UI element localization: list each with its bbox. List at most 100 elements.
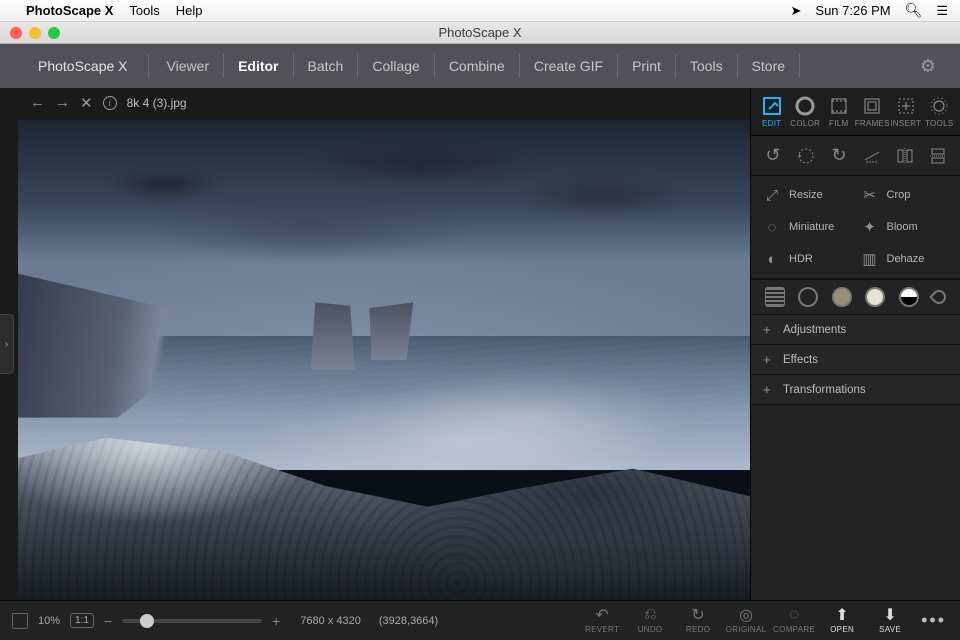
right-panel: EDIT COLOR FILM FRAMES [750,88,960,600]
swatch-warm[interactable] [865,287,885,307]
redo-button[interactable]: ↻REDO [677,607,719,634]
hdr-button[interactable]: ◐HDR [763,250,851,268]
accordion-effects[interactable]: +Effects [751,345,960,375]
undo-icon: ⎌ [644,607,657,623]
save-icon: ⬇ [883,607,896,623]
canvas-area: ← → ✕ i 8k 4 (3).jpg › [0,88,750,600]
info-icon[interactable]: i [103,96,117,110]
rotate-ccw-dotted-icon[interactable] [795,145,817,167]
accordion: +Adjustments +Effects +Transformations [751,315,960,405]
crop-icon: ✂ [861,186,879,204]
open-icon: ⬆ [835,607,848,623]
menubar-app-name[interactable]: PhotoScape X [26,3,113,18]
tab-combine[interactable]: Combine [435,54,520,78]
undo-button[interactable]: ⎌UNDO [629,607,671,634]
hdr-icon: ◐ [763,250,781,268]
tab-create-gif[interactable]: Create GIF [520,54,618,78]
tab-editor[interactable]: Editor [224,54,293,78]
tool-insert[interactable]: INSERT [890,96,922,128]
sidebar-collapse-handle[interactable]: › [0,314,14,374]
crop-button[interactable]: ✂Crop [861,186,949,204]
frames-icon [862,96,882,116]
tab-viewer[interactable]: Viewer [153,54,225,78]
zoom-out-button[interactable]: − [104,613,112,629]
menubar-item-tools[interactable]: Tools [129,3,159,18]
bloom-button[interactable]: ✦Bloom [861,218,949,236]
flip-vertical-icon[interactable] [927,145,949,167]
edit-icon [762,96,782,116]
more-button[interactable]: ••• [917,610,950,631]
nav-close-icon[interactable]: ✕ [80,94,93,112]
swatch-sepia[interactable] [832,287,852,307]
menu-list-icon[interactable]: ☰ [936,3,948,19]
tab-store[interactable]: Store [738,54,800,78]
tab-tools[interactable]: Tools [676,54,738,78]
cursor-coords: (3928,3664) [379,615,438,627]
miniature-button[interactable]: ◌Miniature [763,218,851,236]
nav-forward-icon[interactable]: → [55,94,70,112]
resize-icon: ⤢ [763,186,781,204]
window-zoom-button[interactable] [48,27,60,39]
app-window: PhotoScape X PhotoScape X Viewer Editor … [0,22,960,640]
flip-horizontal-icon[interactable] [894,145,916,167]
original-icon: ◎ [739,607,753,623]
window-close-button[interactable] [10,27,22,39]
workspace: ← → ✕ i 8k 4 (3).jpg › [0,88,960,640]
cursor-menu-icon[interactable]: ➤ [791,3,802,19]
settings-gear-icon[interactable]: ⚙ [920,56,936,77]
tool-color[interactable]: COLOR [789,96,821,128]
tab-print[interactable]: Print [618,54,676,78]
tab-collage[interactable]: Collage [358,54,434,78]
swatch-list-icon[interactable] [765,287,785,307]
zoom-slider[interactable] [122,619,262,623]
tool-tools[interactable]: TOOLS [923,96,955,128]
swatch-droplet-icon[interactable] [929,287,949,307]
revert-icon: ↶ [595,607,608,623]
tool-edit[interactable]: EDIT [756,96,788,128]
nav-back-icon[interactable]: ← [30,94,45,112]
macos-menubar: PhotoScape X Tools Help ➤ Sun 7:26 PM 🔍︎… [0,0,960,22]
swatch-bw[interactable] [899,287,919,307]
quick-buttons: ⤢Resize ✂Crop ◌Miniature ✦Bloom ◐HDR ▥De… [751,176,960,279]
tool-film[interactable]: FILM [823,96,855,128]
window-title: PhotoScape X [0,25,960,40]
accordion-adjustments[interactable]: +Adjustments [751,315,960,345]
image-canvas[interactable] [18,120,750,600]
menubar-item-help[interactable]: Help [176,3,203,18]
app-brand[interactable]: PhotoScape X [24,54,149,78]
bottom-bar: 10% 1:1 − + 7680 x 4320 (3928,3664) ↶REV… [0,600,960,640]
rotate-cw-icon[interactable]: ↻ [828,145,850,167]
file-bar: ← → ✕ i 8k 4 (3).jpg [18,88,750,118]
image-dimensions: 7680 x 4320 [300,615,361,627]
window-titlebar: PhotoScape X [0,22,960,44]
miniature-icon: ◌ [763,218,781,236]
revert-button[interactable]: ↶REVERT [581,607,623,634]
straighten-icon[interactable] [861,145,883,167]
resize-button[interactable]: ⤢Resize [763,186,851,204]
tab-batch[interactable]: Batch [294,54,359,78]
tool-strip: EDIT COLOR FILM FRAMES [751,88,960,136]
accordion-transformations[interactable]: +Transformations [751,375,960,405]
spotlight-icon[interactable]: 🔍︎ [905,2,923,19]
tools-icon [929,96,949,116]
original-button[interactable]: ◎ORIGINAL [725,607,767,634]
menubar-clock[interactable]: Sun 7:26 PM [815,3,890,18]
dehaze-button[interactable]: ▥Dehaze [861,250,949,268]
swatch-none[interactable] [798,287,818,307]
window-minimize-button[interactable] [29,27,41,39]
save-button[interactable]: ⬇SAVE [869,607,911,634]
canvas-bg-toggle[interactable] [12,613,28,629]
tool-frames[interactable]: FRAMES [856,96,888,128]
compare-icon: ◌ [789,607,799,623]
film-icon [829,96,849,116]
compare-button[interactable]: ◌COMPARE [773,607,815,634]
redo-icon: ↻ [691,607,704,623]
zoom-1to1-button[interactable]: 1:1 [70,613,94,628]
color-icon [795,96,815,116]
insert-icon [896,96,916,116]
open-button[interactable]: ⬆OPEN [821,607,863,634]
file-name: 8k 4 (3).jpg [127,96,187,110]
rotate-ccw-icon[interactable]: ↺ [762,145,784,167]
zoom-in-button[interactable]: + [272,613,280,629]
app-tab-bar: PhotoScape X Viewer Editor Batch Collage… [0,44,960,88]
